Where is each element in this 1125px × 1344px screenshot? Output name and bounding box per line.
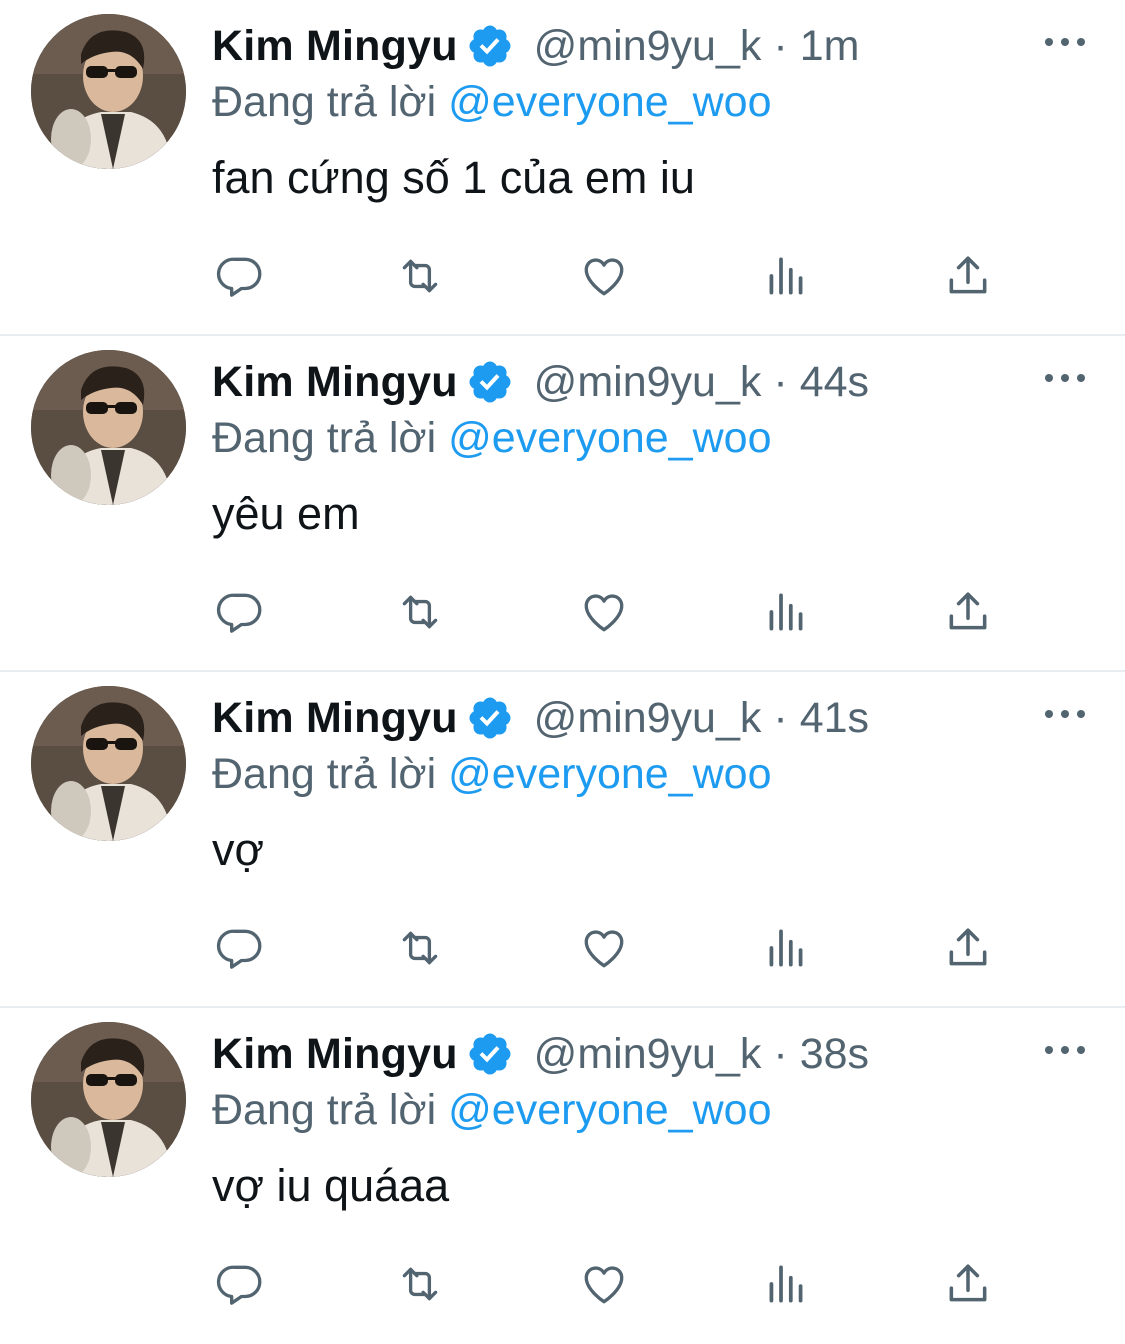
reply-mention[interactable]: @everyone_woo — [448, 1086, 771, 1134]
retweet-icon[interactable] — [392, 920, 448, 976]
share-upload-icon[interactable] — [940, 920, 996, 976]
tweet[interactable]: Kim Mingyu @min9yu_k · 38s Đang trả lời … — [0, 1008, 1125, 1344]
avatar-photo-icon — [31, 350, 186, 505]
tweet-actions — [212, 920, 1012, 976]
separator-dot: · — [773, 693, 788, 742]
bar-chart-icon[interactable] — [758, 1256, 814, 1312]
author-name[interactable]: Kim Mingyu — [212, 1030, 458, 1079]
tweet[interactable]: Kim Mingyu @min9yu_k · 41s Đang trả lời … — [0, 672, 1125, 1008]
heart-icon[interactable] — [576, 1256, 632, 1312]
reply-prefix: Đang trả lời — [212, 750, 437, 798]
verified-badge-icon — [466, 1030, 514, 1078]
author-handle[interactable]: @min9yu_k — [534, 22, 762, 71]
tweet-text: vợ iu quáaa — [212, 1160, 450, 1211]
reply-mention[interactable]: @everyone_woo — [448, 78, 771, 126]
verified-badge-icon — [466, 22, 514, 70]
reply-context: Đang trả lời @everyone_woo — [212, 1086, 771, 1135]
timestamp[interactable]: 41s — [800, 694, 869, 743]
more-dots-icon[interactable] — [1045, 1038, 1085, 1062]
bar-chart-icon[interactable] — [758, 920, 814, 976]
separator-dot: · — [773, 357, 788, 406]
reply-context: Đang trả lời @everyone_woo — [212, 78, 771, 127]
verified-badge-icon — [466, 694, 514, 742]
avatar-photo-icon — [31, 1022, 186, 1177]
tweet-header: Kim Mingyu @min9yu_k · 38s — [212, 1026, 869, 1082]
separator-dot: · — [773, 1029, 788, 1078]
reply-mention[interactable]: @everyone_woo — [448, 750, 771, 798]
author-handle[interactable]: @min9yu_k — [534, 694, 762, 743]
avatar[interactable] — [31, 350, 186, 505]
share-upload-icon[interactable] — [940, 1256, 996, 1312]
tweet-actions — [212, 248, 1012, 304]
bar-chart-icon[interactable] — [758, 584, 814, 640]
verified-badge-icon — [466, 358, 514, 406]
retweet-icon[interactable] — [392, 1256, 448, 1312]
heart-icon[interactable] — [576, 584, 632, 640]
tweet[interactable]: Kim Mingyu @min9yu_k · 1m Đang trả lời @… — [0, 0, 1125, 336]
retweet-icon[interactable] — [392, 248, 448, 304]
separator-dot: · — [773, 21, 788, 70]
comment-bubble-icon[interactable] — [212, 920, 268, 976]
retweet-icon[interactable] — [392, 584, 448, 640]
timestamp[interactable]: 1m — [800, 22, 860, 71]
author-name[interactable]: Kim Mingyu — [212, 694, 458, 743]
timestamp[interactable]: 44s — [800, 358, 869, 407]
bar-chart-icon[interactable] — [758, 248, 814, 304]
tweet-header: Kim Mingyu @min9yu_k · 1m — [212, 18, 859, 74]
tweet-header: Kim Mingyu @min9yu_k · 41s — [212, 690, 869, 746]
author-handle[interactable]: @min9yu_k — [534, 358, 762, 407]
tweet-text: yêu em — [212, 488, 360, 539]
author-handle[interactable]: @min9yu_k — [534, 1030, 762, 1079]
tweet-actions — [212, 1256, 1012, 1312]
share-upload-icon[interactable] — [940, 248, 996, 304]
avatar[interactable] — [31, 14, 186, 169]
author-name[interactable]: Kim Mingyu — [212, 358, 458, 407]
tweet[interactable]: Kim Mingyu @min9yu_k · 44s Đang trả lời … — [0, 336, 1125, 672]
reply-context: Đang trả lời @everyone_woo — [212, 750, 771, 799]
heart-icon[interactable] — [576, 920, 632, 976]
reply-prefix: Đang trả lời — [212, 414, 437, 462]
more-dots-icon[interactable] — [1045, 366, 1085, 390]
avatar-photo-icon — [31, 14, 186, 169]
tweet-header: Kim Mingyu @min9yu_k · 44s — [212, 354, 869, 410]
reply-mention[interactable]: @everyone_woo — [448, 414, 771, 462]
avatar[interactable] — [31, 686, 186, 841]
comment-bubble-icon[interactable] — [212, 1256, 268, 1312]
avatar-photo-icon — [31, 686, 186, 841]
tweet-text: vợ — [212, 824, 265, 875]
reply-prefix: Đang trả lời — [212, 78, 437, 126]
timestamp[interactable]: 38s — [800, 1030, 869, 1079]
comment-bubble-icon[interactable] — [212, 584, 268, 640]
tweet-text: fan cứng số 1 của em iu — [212, 152, 695, 203]
heart-icon[interactable] — [576, 248, 632, 304]
share-upload-icon[interactable] — [940, 584, 996, 640]
reply-context: Đang trả lời @everyone_woo — [212, 414, 771, 463]
author-name[interactable]: Kim Mingyu — [212, 22, 458, 71]
avatar[interactable] — [31, 1022, 186, 1177]
more-dots-icon[interactable] — [1045, 702, 1085, 726]
more-dots-icon[interactable] — [1045, 30, 1085, 54]
reply-prefix: Đang trả lời — [212, 1086, 437, 1134]
comment-bubble-icon[interactable] — [212, 248, 268, 304]
tweet-actions — [212, 584, 1012, 640]
